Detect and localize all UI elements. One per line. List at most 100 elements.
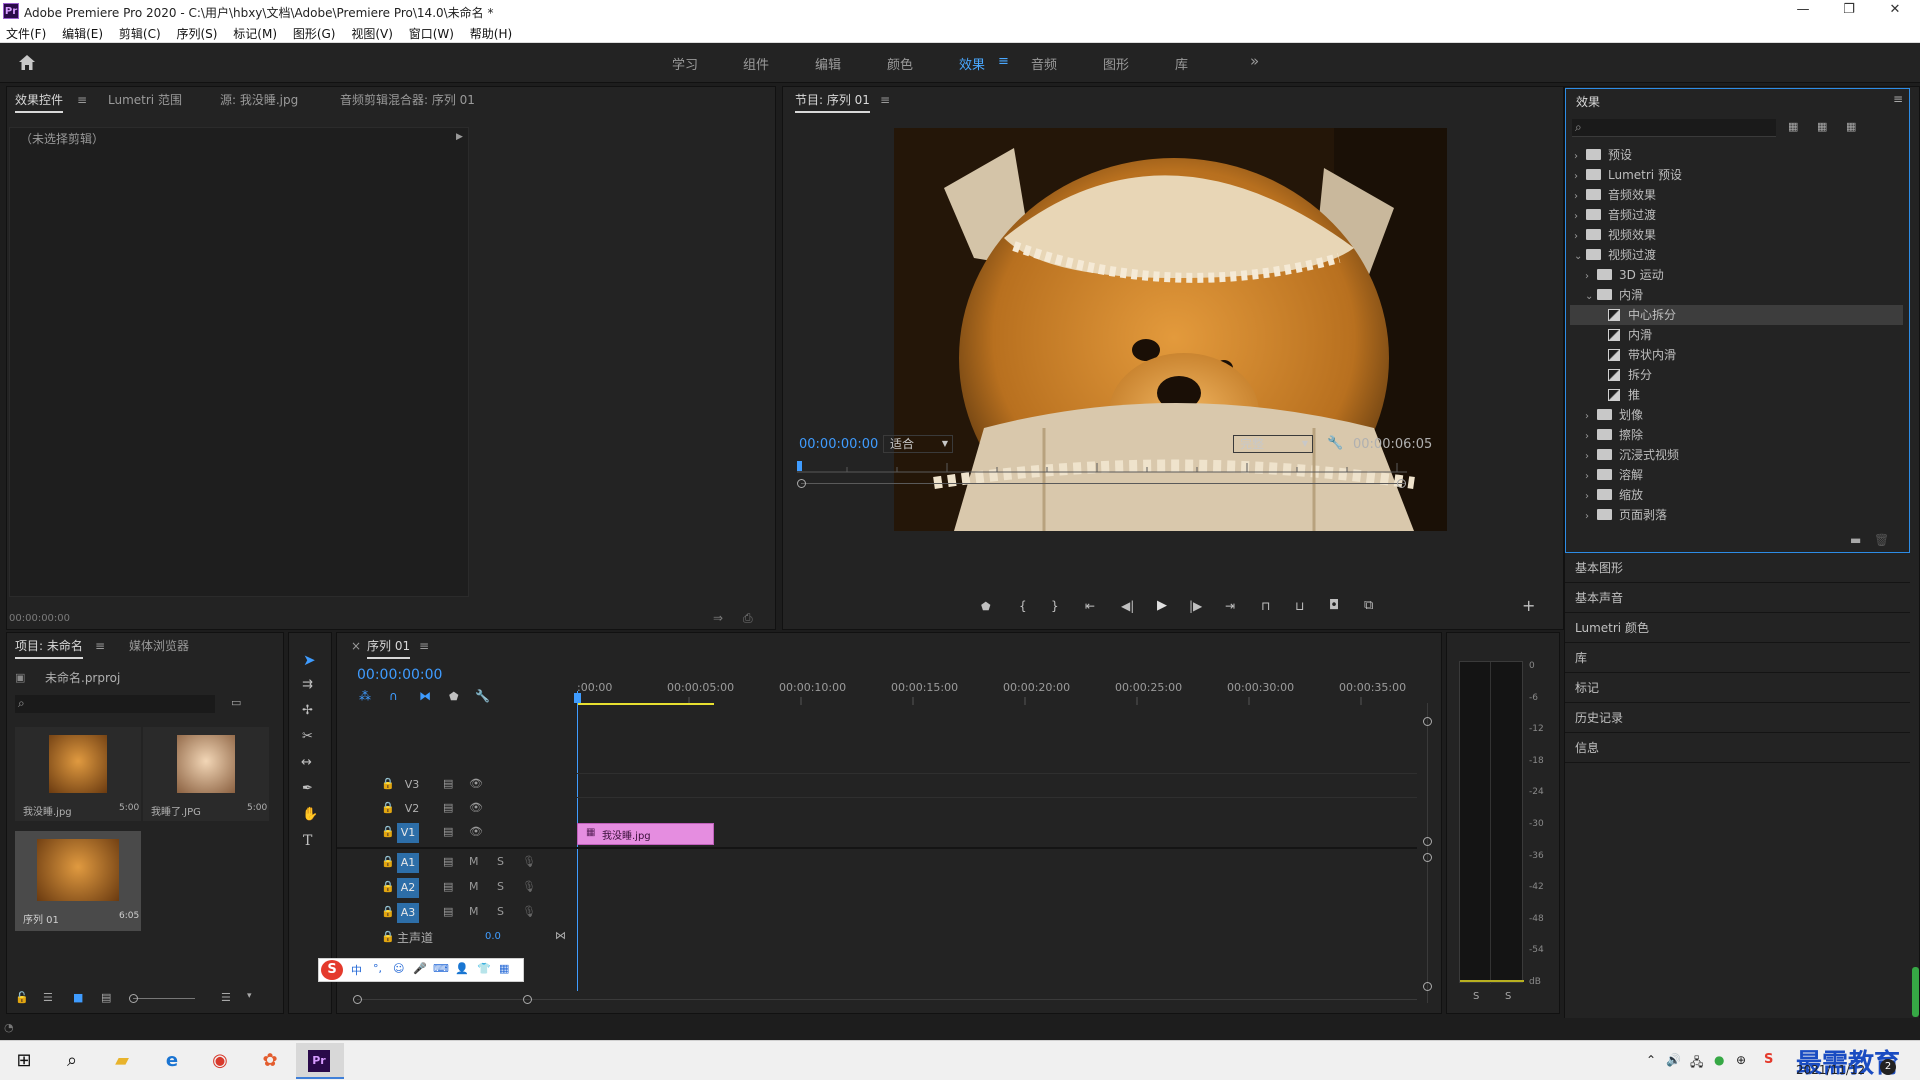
workspace-graphics[interactable]: 图形 [1103,54,1129,73]
timeline-menu-icon[interactable]: ≡ [419,633,429,659]
solo-track-button[interactable]: S [497,905,504,918]
tab-lumetri-scopes[interactable]: Lumetri 范围 [108,87,182,113]
project-item[interactable]: 我没睡.jpg 5:00 [15,727,141,821]
effect-item[interactable]: 内滑 [1570,325,1903,345]
mute-track-button[interactable]: M [469,880,479,893]
ime-toolbar[interactable]: S 中 °, ☺ 🎤 ⌨ 👤 👕 ▦ [318,958,524,982]
sync-lock-icon[interactable]: ▤ [443,825,453,838]
effects-search-input[interactable]: ⌕ [1572,119,1776,137]
go-to-in-icon[interactable]: ⇤ [1085,599,1095,613]
menu-help[interactable]: 帮助(H) [464,22,518,42]
delete-icon[interactable]: 🗑 [1874,533,1889,547]
meter-solo-left[interactable]: S [1473,991,1479,1002]
ime-user-icon[interactable]: 👤 [455,962,469,975]
chevron-right-icon[interactable]: › [1574,167,1586,187]
chevron-right-icon[interactable]: › [1574,207,1586,227]
scroll-handle[interactable] [1423,717,1432,726]
extract-icon[interactable]: ⊔ [1295,599,1304,613]
track-lock-icon[interactable]: 🔒 [381,930,395,943]
expand-arrow-icon[interactable]: ▶ [456,132,463,142]
horizontal-scrollbar[interactable] [357,999,1417,1000]
tab-media-browser[interactable]: 媒体浏览器 [129,633,189,659]
tab-project-menu[interactable]: ≡ [95,633,105,659]
ime-punct-icon[interactable]: °, [373,962,382,975]
zoom-slider-handle[interactable] [129,994,138,1003]
go-to-out-icon[interactable]: ⇥ [1225,599,1235,613]
chevron-down-icon[interactable]: ▾ [247,991,252,1001]
menu-edit[interactable]: 编辑(E) [56,22,109,42]
mark-out-icon[interactable]: } [1051,599,1059,613]
effect-folder[interactable]: › 缩放 [1570,485,1903,505]
file-explorer-icon[interactable]: ▰ [98,1041,146,1080]
chevron-right-icon[interactable]: › [1574,227,1586,247]
zoom-handle-left[interactable] [353,995,362,1004]
chevron-right-icon[interactable]: › [1585,507,1597,525]
panel-lumetri-color[interactable]: Lumetri 颜色 [1575,613,1649,643]
effect-folder[interactable]: › 沉浸式视频 [1570,445,1903,465]
program-monitor-title[interactable]: 节目: 序列 01 [795,87,870,113]
menu-file[interactable]: 文件(F) [0,22,52,42]
timeline-playhead-timecode[interactable]: 00:00:00:00 [357,667,442,683]
notification-badge[interactable]: 2 [1880,1059,1896,1075]
track-target-a3[interactable]: A3 [397,903,419,923]
track-lock-icon[interactable]: 🔒 [381,905,395,918]
selection-tool-icon[interactable]: ➤ [303,651,316,669]
track-target-v3[interactable]: V3 [401,775,423,795]
chevron-right-icon[interactable]: › [1585,267,1597,287]
effect-item[interactable]: 拆分 [1570,365,1903,385]
chevron-right-icon[interactable]: › [1585,447,1597,467]
sync-lock-icon[interactable]: ▤ [443,905,453,918]
panel-libraries[interactable]: 库 [1575,643,1587,673]
effect-folder[interactable]: › 预设 [1570,145,1903,165]
voice-over-mic-icon[interactable]: 🎙 [522,905,536,918]
toggle-output-eye-icon[interactable]: 👁 [469,777,483,790]
pen-tool-icon[interactable]: ✒ [302,781,313,796]
timeline-settings-wrench-icon[interactable]: 🔧 [475,689,490,703]
effect-folder[interactable]: › 音频过渡 [1570,205,1903,225]
workspace-color[interactable]: 颜色 [887,54,913,73]
panel-history[interactable]: 历史记录 [1575,703,1623,733]
scroll-handle[interactable] [1423,837,1432,846]
effect-item[interactable]: 推 [1570,385,1903,405]
effect-folder[interactable]: › 页面剥落 [1570,505,1903,525]
toggle-output-eye-icon[interactable]: 👁 [469,825,483,838]
windows-start-icon[interactable]: ⊞ [0,1041,48,1080]
menu-clip[interactable]: 剪辑(C) [113,22,167,42]
zoom-handle-right[interactable] [523,995,532,1004]
timeline-clip[interactable]: ▦ 我没睡.jpg [577,823,714,845]
share-icon[interactable]: ⎙ [743,611,753,626]
more-workspaces-icon[interactable]: » [1250,52,1259,70]
menu-sequence[interactable]: 序列(S) [170,22,223,42]
track-lock-icon[interactable]: 🔒 [381,880,395,893]
sync-lock-icon[interactable]: ▤ [443,880,453,893]
tab-source[interactable]: 源: 我没睡.jpg [220,87,298,113]
zoom-slider[interactable] [133,998,195,999]
track-lock-icon[interactable]: 🔒 [381,855,395,868]
meter-solo-right[interactable]: S [1505,991,1511,1002]
nest-toggle-icon[interactable]: ⁂ [359,689,371,703]
track-target-a2[interactable]: A2 [397,878,419,898]
chevron-right-icon[interactable]: › [1585,427,1597,447]
solo-track-button[interactable]: S [497,880,504,893]
effect-item[interactable]: 带状内滑 [1570,345,1903,365]
edge-browser-icon[interactable]: e [148,1041,196,1080]
sync-lock-icon[interactable]: ▤ [443,777,453,790]
taskbar-search-icon[interactable]: ⌕ [48,1041,96,1080]
ripple-edit-tool-icon[interactable]: ✢ [302,703,313,718]
maximize-button[interactable]: ❐ [1826,0,1872,22]
accelerated-effects-icon[interactable]: ▦ [1788,120,1798,133]
snap-icon[interactable]: ∩ [389,689,398,703]
solo-track-button[interactable]: S [497,855,504,868]
zoom-scrollbar[interactable] [801,483,1405,484]
effects-panel-menu-icon[interactable]: ≡ [1893,92,1903,106]
master-volume-value[interactable]: 0.0 [485,931,501,942]
chevron-down-icon[interactable]: ⌄ [1585,287,1597,307]
menu-window[interactable]: 窗口(W) [403,22,460,42]
show-hidden-icons-icon[interactable]: ⌃ [1646,1053,1656,1067]
comparison-view-icon[interactable]: ⧉ [1364,598,1373,613]
tab-project[interactable]: 项目: 未命名 [15,633,83,659]
workspace-menu-icon[interactable]: ≡ [998,54,1009,69]
sort-icons-icon[interactable]: ☰ [221,991,231,1004]
project-item[interactable]: 我睡了.JPG 5:00 [143,727,269,821]
step-back-icon[interactable]: ◀| [1121,599,1134,613]
